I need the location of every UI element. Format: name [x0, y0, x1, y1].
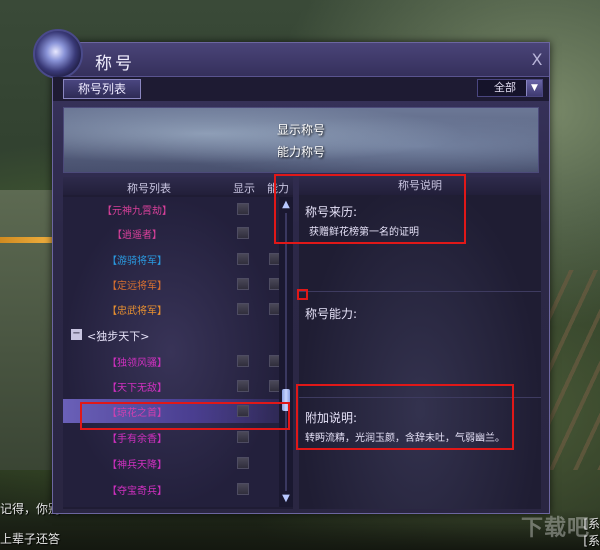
- window-title-bar[interactable]: 称号 X: [33, 29, 549, 79]
- header-ability: 能力: [267, 182, 289, 195]
- chat-line: 上辈子还答: [0, 532, 61, 546]
- show-checkbox[interactable]: [237, 457, 249, 469]
- show-checkbox[interactable]: [237, 355, 249, 367]
- description-header: 称号说明: [299, 177, 541, 195]
- list-item[interactable]: 【元神九霄劫】: [63, 197, 279, 221]
- show-checkbox[interactable]: [237, 483, 249, 495]
- group-label: <独步天下>: [87, 330, 150, 343]
- show-checkbox[interactable]: [237, 278, 249, 290]
- scroll-thumb[interactable]: [282, 389, 290, 411]
- scroll-up-icon[interactable]: ▲: [280, 199, 292, 211]
- header-show: 显示: [233, 182, 255, 195]
- chevron-down-icon[interactable]: ▼: [526, 80, 542, 96]
- tab-title-list[interactable]: 称号列表: [63, 79, 141, 99]
- header-title-list: 称号列表: [127, 182, 171, 195]
- display-title-label: 显示称号: [276, 123, 325, 137]
- show-checkbox[interactable]: [237, 431, 249, 443]
- show-checkbox[interactable]: [237, 405, 249, 417]
- show-checkbox[interactable]: [237, 380, 249, 392]
- close-button[interactable]: X: [529, 51, 545, 69]
- show-checkbox[interactable]: [237, 203, 249, 215]
- list-item[interactable]: 【逍遥者】: [63, 221, 279, 245]
- list-item[interactable]: 【游骑将军】: [63, 247, 281, 271]
- scene-railing: [545, 270, 600, 470]
- list-item[interactable]: 【天下无敌】: [63, 374, 281, 398]
- list-item[interactable]: 【忠武将军】: [63, 297, 281, 321]
- filter-value: 全部: [494, 81, 516, 94]
- tab-bar: 称号列表 全部 ▼: [53, 77, 549, 101]
- divider: [299, 291, 541, 292]
- title-name: 【定远将军】: [107, 281, 167, 292]
- collapse-icon[interactable]: −: [71, 329, 82, 340]
- title-name: 【天下无敌】: [107, 383, 167, 394]
- extra-label: 附加说明:: [305, 411, 358, 425]
- list-header: 称号列表 显示 能力: [63, 177, 293, 195]
- title-description-panel: 称号说明 称号来历: 获赠鲜花榜第一名的证明 称号能力: 附加说明: 转眄流精，…: [299, 177, 541, 509]
- chat-line: 记得，你别: [0, 502, 61, 516]
- title-name: 【逍遥者】: [112, 230, 162, 241]
- title-rows: 【元神九霄劫】 【逍遥者】 【游骑将军】 【定远将军】 【忠武将军】 − <独步…: [63, 197, 281, 507]
- extra-text: 转眄流精，光润玉颜，含辞未吐，气弱幽兰。: [305, 433, 505, 444]
- title-name: 【夺宝奇兵】: [107, 486, 167, 497]
- list-item[interactable]: 【定远将军】: [63, 272, 281, 296]
- show-checkbox[interactable]: [237, 253, 249, 265]
- side-progress-bar: [0, 237, 52, 243]
- list-scrollbar[interactable]: ▲ ▼: [279, 197, 293, 507]
- scroll-track[interactable]: [285, 213, 287, 491]
- scene-bottom-shade: [0, 510, 600, 550]
- origin-text: 获赠鲜花榜第一名的证明: [309, 227, 419, 238]
- filter-dropdown[interactable]: 全部 ▼: [477, 79, 543, 97]
- title-name: 【琼花之首】: [107, 408, 167, 419]
- title-list-panel: 称号列表 显示 能力 【元神九霄劫】 【逍遥者】 【游骑将军】 【定远将军】 【…: [63, 177, 293, 509]
- title-name: 【独领风骚】: [107, 358, 167, 369]
- list-item[interactable]: 【独领风骚】: [63, 349, 281, 373]
- list-item[interactable]: 【手有余香】: [63, 425, 279, 449]
- ability-title-label: 能力称号: [276, 145, 325, 159]
- title-emblem-icon: [33, 29, 83, 79]
- list-item[interactable]: 【夺宝奇兵】: [63, 477, 279, 501]
- title-window: 称号 X 称号列表 全部 ▼ 显示称号 能力称号 称号列表 显示 能力 【元神九…: [33, 29, 550, 514]
- title-preview-banner: 显示称号 能力称号: [63, 107, 539, 173]
- title-name: 【游骑将军】: [107, 256, 167, 267]
- divider: [299, 397, 541, 398]
- title-name: 【神兵天降】: [107, 460, 167, 471]
- title-name: 【手有余香】: [107, 434, 167, 445]
- group-row[interactable]: − <独步天下>: [63, 323, 279, 347]
- watermark: 下载吧: [520, 516, 590, 541]
- show-checkbox[interactable]: [237, 303, 249, 315]
- title-name: 【元神九霄劫】: [102, 206, 172, 217]
- origin-label: 称号来历:: [305, 205, 358, 219]
- list-item[interactable]: 【神兵天降】: [63, 451, 279, 475]
- window-title: 称号: [95, 54, 135, 74]
- scroll-down-icon[interactable]: ▼: [280, 493, 292, 505]
- title-name: 【忠武将军】: [107, 306, 167, 317]
- scene-rock: [0, 190, 60, 470]
- show-checkbox[interactable]: [237, 227, 249, 239]
- list-item-selected[interactable]: 【琼花之首】: [63, 399, 279, 423]
- ability-label: 称号能力:: [305, 307, 358, 321]
